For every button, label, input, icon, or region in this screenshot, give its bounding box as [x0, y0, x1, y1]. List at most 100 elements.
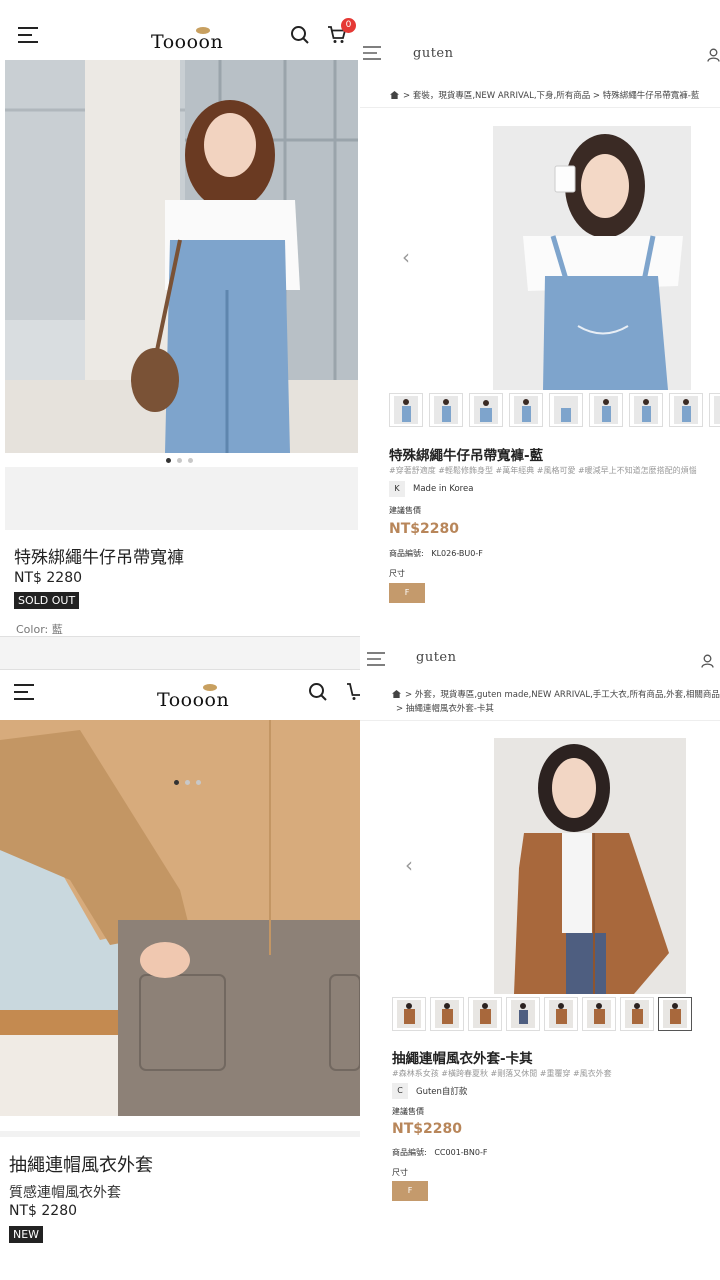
product-title: 抽繩連帽風衣外套-卡其	[392, 1051, 533, 1067]
thumbnail[interactable]	[669, 393, 703, 427]
thumbnail[interactable]	[589, 393, 623, 427]
thumbnail[interactable]	[582, 997, 616, 1031]
breadcrumb-text[interactable]: > 套裝，現貨專區,NEW ARRIVAL,下身,所有商品 > 特殊綁繩牛仔吊帶…	[403, 91, 699, 101]
search-icon[interactable]	[308, 682, 328, 702]
thumbnail[interactable]	[506, 997, 540, 1031]
thumbnail-image	[714, 396, 720, 424]
thumbnail-image	[674, 396, 698, 424]
thumbnail-image	[549, 1000, 573, 1028]
breadcrumb[interactable]: > 套裝，現貨專區,NEW ARRIVAL,下身,所有商品 > 特殊綁繩牛仔吊帶…	[390, 89, 699, 103]
thumbnail[interactable]	[429, 393, 463, 427]
photo-placeholder	[5, 467, 358, 530]
thumbnail-image	[474, 396, 498, 424]
carousel-dots[interactable]	[174, 780, 201, 785]
size-label: 尺寸	[389, 569, 405, 578]
size-option-f[interactable]: F	[389, 583, 425, 603]
sku-row: 商品編號: KL026-BU0-F	[389, 548, 483, 559]
thumbnail-image	[435, 1000, 459, 1028]
thumbnail-image	[514, 396, 538, 424]
color-label: Color: 藍	[16, 623, 63, 636]
thumbnail-image	[587, 1000, 611, 1028]
product-price: NT$2280	[389, 521, 459, 537]
thumbnail-image	[554, 396, 578, 424]
origin-row: C Guten自訂款	[392, 1083, 467, 1099]
chevron-left-icon[interactable]: ‹	[402, 245, 410, 269]
menu-icon[interactable]	[367, 652, 385, 666]
thumbnail[interactable]	[468, 997, 502, 1031]
thumbnail-image	[511, 1000, 535, 1028]
thumbnail[interactable]	[469, 393, 503, 427]
thumbnail-image	[634, 396, 658, 424]
menu-icon[interactable]	[363, 46, 381, 60]
origin-text: Guten自訂款	[416, 1087, 468, 1097]
product-price: NT$ 2280	[9, 1203, 78, 1219]
thumbnail[interactable]	[544, 997, 578, 1031]
thumbnail-strip	[389, 393, 720, 427]
divider	[360, 720, 720, 721]
cart-count-badge: 0	[341, 18, 356, 33]
product-title[interactable]: 特殊綁繩牛仔吊帶寬褲	[14, 543, 184, 568]
thumbnail-image	[473, 1000, 497, 1028]
top-nav: Toooon 0	[0, 0, 360, 56]
thumbnail[interactable]	[392, 997, 426, 1031]
toooon-denim-screen: Toooon 0 特殊綁繩牛仔吊帶寬褲 NT$ 2280 SOLD OUT Co…	[0, 0, 360, 640]
thumbnail-image	[394, 396, 418, 424]
breadcrumb[interactable]: > 外套，現貨專區,guten made,NEW ARRIVAL,手工大衣,所有…	[392, 688, 720, 716]
origin-code: C	[392, 1083, 408, 1099]
logo[interactable]: Toooon	[157, 689, 229, 711]
thumbnail[interactable]	[549, 393, 583, 427]
thumbnail-image	[434, 396, 458, 424]
breadcrumb-line-1[interactable]: > 外套，現貨專區,guten made,NEW ARRIVAL,手工大衣,所有…	[405, 690, 720, 700]
thumbnail-selected[interactable]	[658, 997, 692, 1031]
thumbnail[interactable]	[389, 393, 423, 427]
search-icon[interactable]	[290, 25, 310, 45]
new-badge: NEW	[9, 1226, 44, 1243]
home-icon[interactable]	[390, 91, 399, 99]
chevron-left-icon[interactable]: ‹	[405, 853, 413, 877]
logo[interactable]: guten	[416, 650, 456, 665]
cart-icon[interactable]	[346, 683, 360, 701]
carousel-dots[interactable]	[166, 458, 193, 463]
user-icon[interactable]	[701, 654, 714, 668]
thumbnail[interactable]	[620, 997, 654, 1031]
product-title[interactable]: 抽繩連帽風衣外套	[9, 1151, 153, 1177]
product-photo-denim-overalls[interactable]	[493, 126, 691, 390]
menu-icon[interactable]	[18, 27, 38, 43]
logo[interactable]: guten	[413, 46, 453, 61]
sku-label: 商品編號:	[392, 1148, 427, 1157]
thumbnail[interactable]	[430, 997, 464, 1031]
sku-label: 商品編號:	[389, 549, 424, 558]
product-photo-denim-overalls[interactable]	[5, 60, 358, 453]
size-option-f[interactable]: F	[392, 1181, 428, 1201]
thumbnail-image	[625, 1000, 649, 1028]
horizontal-divider	[0, 636, 360, 670]
top-nav: guten	[360, 644, 720, 684]
thumbnail-image	[594, 396, 618, 424]
thumbnail[interactable]	[509, 393, 543, 427]
product-tags: #森林系女孩 #橫跨春夏秋 #剛落又休閒 #重覆穿 #風衣外套	[392, 1069, 612, 1078]
menu-icon[interactable]	[14, 684, 34, 700]
price-label: 建議售價	[389, 506, 421, 515]
thumbnail-image	[663, 1000, 687, 1028]
thumbnail-image	[397, 1000, 421, 1028]
origin-text: Made in Korea	[413, 484, 474, 494]
top-nav: Toooon	[0, 670, 360, 726]
sku-value: KL026-BU0-F	[431, 549, 483, 558]
thumbnail[interactable]	[629, 393, 663, 427]
thumbnail[interactable]	[709, 393, 720, 427]
product-photo-jacket[interactable]	[494, 738, 686, 994]
section-divider	[0, 1131, 360, 1137]
divider	[360, 107, 720, 108]
thumbnail-strip	[392, 997, 692, 1031]
top-nav: guten	[360, 38, 720, 78]
logo[interactable]: Toooon	[151, 31, 223, 53]
user-icon[interactable]	[707, 48, 720, 62]
breadcrumb-line-2[interactable]: > 抽繩連帽風衣外套-卡其	[392, 702, 720, 716]
toooon-jacket-screen: Toooon 抽繩連帽風衣外套 質感連帽風衣外套 NT$ 2280 NEW	[0, 640, 360, 1280]
sold-out-badge: SOLD OUT	[14, 592, 80, 609]
sku-value: CC001-BN0-F	[434, 1148, 488, 1157]
size-label: 尺寸	[392, 1168, 408, 1177]
sku-row: 商品編號: CC001-BN0-F	[392, 1147, 487, 1158]
home-icon[interactable]	[392, 690, 401, 698]
product-tags: #穿著舒適度 #輕鬆修飾身型 #萬年經典 #風格可愛 #暖減早上不知道怎麼搭配的…	[389, 466, 697, 475]
